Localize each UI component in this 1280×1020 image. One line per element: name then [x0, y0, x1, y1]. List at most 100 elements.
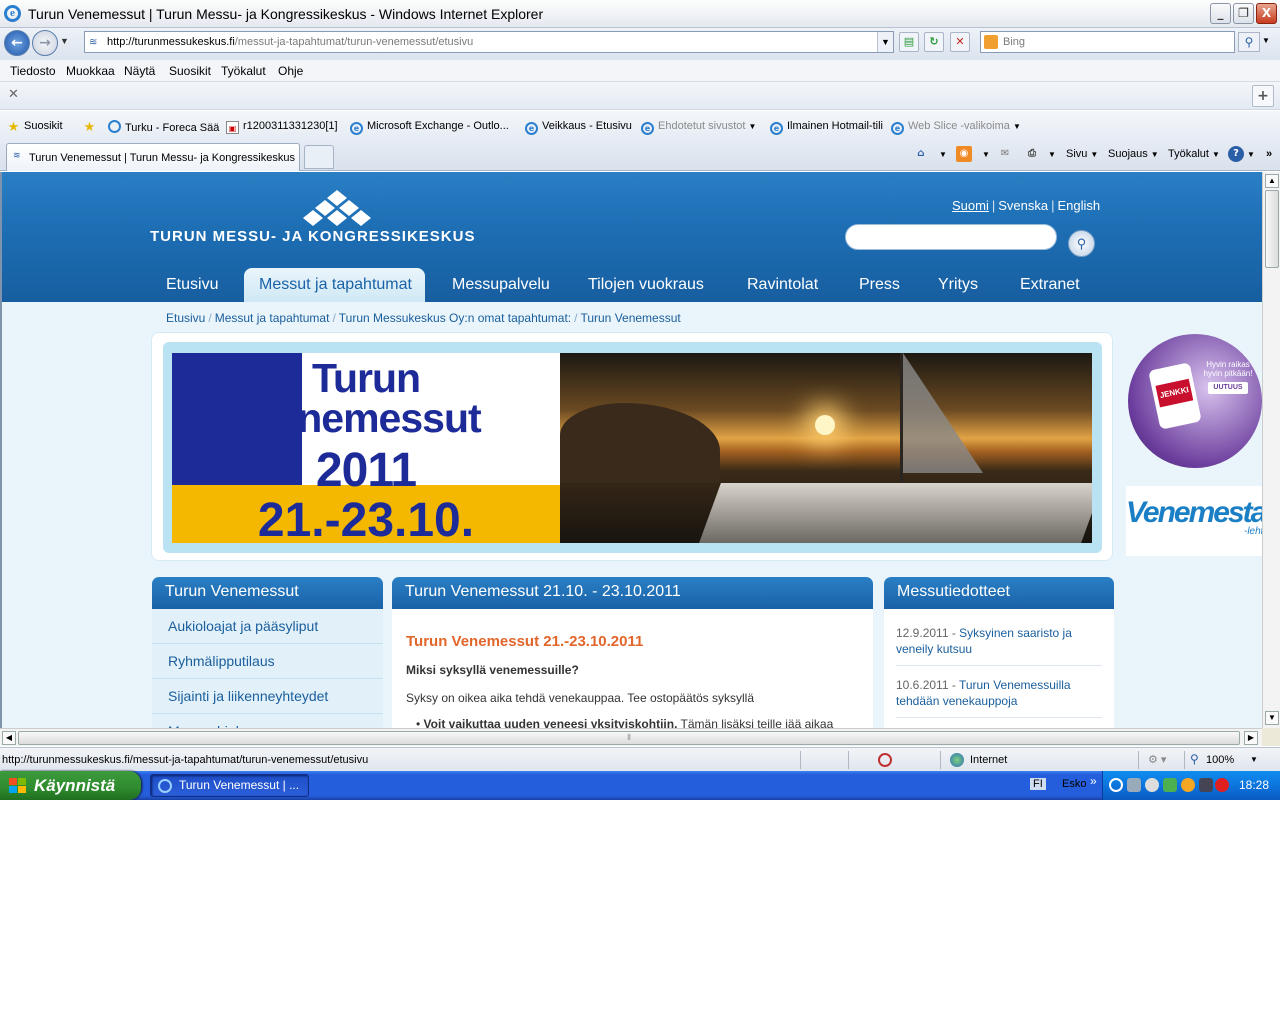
menu-view[interactable]: Näytä [124, 64, 155, 78]
messenger-icon[interactable] [1215, 778, 1229, 792]
suggested-sites-dropdown[interactable]: e Ehdotetut sivustot ▼ [641, 120, 756, 135]
address-input[interactable]: ≋ http://turunmessukeskus.fi/messut-ja-t… [84, 31, 894, 53]
menu-help[interactable]: Ohje [278, 64, 303, 78]
nav-messupalvelu[interactable]: Messupalvelu [452, 276, 550, 294]
home-dropdown[interactable]: ▼ [936, 148, 947, 160]
taskbar-window-button[interactable]: Turun Venemessut | ... [150, 774, 309, 797]
display-icon[interactable] [1199, 778, 1213, 792]
page-menu[interactable]: Sivu ▼ [1066, 148, 1098, 160]
section-nav-item[interactable]: Aukioloajat ja pääsyliput [152, 609, 383, 644]
search-options-dropdown[interactable]: ▼ [1262, 36, 1270, 45]
breadcrumb-item[interactable]: Turun Messukeskus Oy:n omat tapahtumat: [339, 311, 571, 325]
foreca-icon [108, 120, 121, 133]
popup-blocker-icon[interactable] [878, 753, 892, 767]
tab-active[interactable]: ≋ Turun Venemessut | Turun Messu- ja Kon… [6, 143, 300, 171]
favorite-link[interactable]: e Ilmainen Hotmail-tili [770, 120, 883, 135]
lang-svenska-link[interactable]: Svenska [998, 198, 1048, 213]
compatibility-view-icon[interactable]: ▤ [899, 32, 919, 52]
new-tab-button[interactable] [304, 145, 334, 169]
banner-logo[interactable]: Turun Venemessut 2011 21.-23.10. [172, 353, 560, 543]
section-nav-item[interactable]: Sijainti ja liikenneyhteydet [152, 679, 383, 714]
zoom-icon[interactable]: ⚲ [1190, 752, 1199, 766]
horizontal-scroll-thumb[interactable]: ⦀ [18, 731, 1240, 745]
breadcrumb-current[interactable]: Turun Venemessut [580, 311, 680, 325]
favorite-link[interactable]: ▣ r1200311331230[1] [226, 120, 338, 134]
minimize-button[interactable]: _ [1210, 3, 1231, 24]
lang-suomi-link[interactable]: Suomi [952, 198, 989, 213]
clock-app-icon[interactable] [1145, 778, 1159, 792]
refresh-icon[interactable]: ↻ [924, 32, 944, 52]
breadcrumb-item[interactable]: Messut ja tapahtumat [215, 311, 330, 325]
more-commands-chevron-icon[interactable]: » [1266, 148, 1272, 160]
banner-year: 2011 [315, 444, 417, 497]
nav-tilojen-vuokraus[interactable]: Tilojen vuokraus [588, 276, 704, 294]
nav-ravintolat[interactable]: Ravintolat [747, 276, 818, 294]
recent-pages-dropdown[interactable]: ▼ [60, 36, 69, 46]
menu-tools[interactable]: Työkalut [221, 64, 266, 78]
network-icon[interactable] [1127, 778, 1141, 792]
favorites-button[interactable]: ★ Suosikit [7, 120, 63, 134]
lang-english-link[interactable]: English [1058, 198, 1101, 213]
clock-time[interactable]: 18:28 [1239, 778, 1269, 792]
address-dropdown-button[interactable]: ▼ [877, 32, 893, 52]
add-to-favorites-icon[interactable]: ★ [83, 120, 100, 134]
read-mail-icon[interactable]: ✉ [997, 146, 1013, 162]
help-dropdown[interactable]: ▼ [1244, 148, 1255, 160]
scroll-left-icon[interactable]: ◀ [2, 731, 16, 745]
favorite-link[interactable]: e Microsoft Exchange - Outlo... [350, 120, 509, 135]
nav-yritys[interactable]: Yritys [938, 276, 978, 294]
close-window-button[interactable]: X [1256, 3, 1277, 24]
start-button[interactable]: Käynnistä [0, 771, 141, 800]
nav-press[interactable]: Press [859, 276, 900, 294]
zoom-dropdown[interactable]: ▼ [1250, 755, 1258, 764]
scroll-up-icon[interactable]: ▲ [1265, 174, 1279, 188]
breadcrumb-item[interactable]: Etusivu [166, 311, 205, 325]
site-search-icon[interactable]: ⚲ [1068, 230, 1095, 257]
site-logo-icon[interactable] [302, 190, 372, 230]
tools-menu[interactable]: Työkalut ▼ [1168, 148, 1220, 160]
menu-file[interactable]: Tiedosto [10, 64, 56, 78]
vertical-scroll-thumb[interactable] [1265, 190, 1279, 268]
zoom-level[interactable]: 100% [1206, 754, 1234, 766]
horizontal-scrollbar[interactable]: ◀ ⦀ ▶ [0, 728, 1262, 746]
scroll-right-icon[interactable]: ▶ [1244, 731, 1258, 745]
home-icon[interactable]: ⌂ [913, 146, 929, 162]
search-icon[interactable]: ⚲ [1238, 32, 1260, 52]
nav-etusivu[interactable]: Etusivu [166, 276, 218, 294]
toolbar-chevron-icon[interactable]: » [1090, 774, 1097, 788]
section-nav-item[interactable]: Ryhmälipputilaus [152, 644, 383, 679]
antivirus-icon[interactable] [1163, 778, 1177, 792]
nav-messut-ja-tapahtumat[interactable]: Messut ja tapahtumat [259, 276, 412, 294]
close-toolbar-icon[interactable]: ✕ [8, 87, 19, 102]
protected-mode-icon[interactable]: ⚙ ▾ [1148, 753, 1166, 766]
print-icon[interactable]: ⎙ [1024, 146, 1040, 162]
site-search-input[interactable] [845, 224, 1057, 250]
add-toolbar-icon[interactable]: + [1252, 85, 1274, 107]
safety-menu[interactable]: Suojaus ▼ [1108, 148, 1159, 160]
print-dropdown[interactable]: ▼ [1045, 148, 1056, 160]
nav-extranet[interactable]: Extranet [1020, 276, 1080, 294]
web-search-input[interactable]: Bing [980, 31, 1235, 53]
security-zone-label[interactable]: Internet [970, 754, 1007, 766]
scroll-down-icon[interactable]: ▼ [1265, 711, 1279, 725]
forward-button[interactable]: → [32, 30, 58, 56]
favorite-link[interactable]: Turku - Foreca Sää [108, 120, 219, 134]
back-button[interactable]: ← [4, 30, 30, 56]
help-icon[interactable]: ? [1228, 146, 1244, 162]
update-icon[interactable] [1181, 778, 1195, 792]
menu-edit[interactable]: Muokkaa [66, 64, 115, 78]
web-slice-gallery-dropdown[interactable]: e Web Slice -valikoima ▼ [891, 120, 1021, 135]
site-logo-text[interactable]: TURUN MESSU- JA KONGRESSIKESKUS [150, 228, 475, 245]
vertical-scrollbar[interactable]: ▲ ▼ [1262, 172, 1280, 728]
maximize-button[interactable]: ❐ [1233, 3, 1254, 24]
favorite-link[interactable]: e Veikkaus - Etusivu [525, 120, 632, 135]
jenkki-ad[interactable]: JENKKI Hyvin raikas hyvin pitkään! UUTUU… [1126, 332, 1262, 472]
section-nav-item[interactable]: Messuohjelma [152, 714, 383, 728]
feeds-dropdown[interactable]: ▼ [979, 148, 990, 160]
input-language-indicator[interactable]: FI [1030, 778, 1046, 790]
stop-icon[interactable]: ✕ [950, 32, 970, 52]
rss-feed-icon[interactable]: ◉ [956, 146, 972, 162]
venemestari-ad[interactable]: Venemestari -lehti [1126, 486, 1262, 556]
show-hidden-icons-icon[interactable] [1109, 778, 1123, 792]
menu-favorites[interactable]: Suosikit [169, 64, 211, 78]
